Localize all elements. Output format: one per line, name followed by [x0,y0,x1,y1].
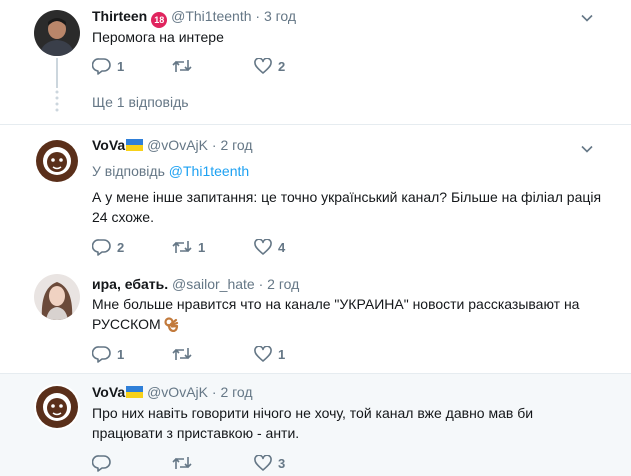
tweet-text-line: працювати з приставкою - анти. [92,425,300,441]
separator-dot: · [211,137,217,153]
tweet-text: Перомога на интере [92,29,224,45]
separator-dot: · [255,8,261,24]
reply-button[interactable]: 2 [92,239,124,256]
retweet-button[interactable] [172,58,198,74]
like-button[interactable]: 3 [254,455,285,471]
tweet-text-line: Мне больше нравится что на канале "УКРАИ… [92,296,580,312]
retweet-icon [172,457,192,469]
reply-icon [92,455,111,472]
retweet-icon [172,241,192,253]
retweet-button[interactable] [172,455,198,471]
tweet-actions: 1 1 [92,346,392,366]
tweet-text: Про них навіть говорити нічого не хочу, … [92,403,533,443]
separator-dot: · [211,384,217,400]
like-count: 1 [278,346,286,362]
thread-dots [55,90,59,112]
tweet-vova-1[interactable]: VoVa @vOvAjK · 2 год У відповідь @Thi1te… [0,124,631,265]
retweet-button[interactable]: 1 [172,239,205,255]
retweet-icon [172,60,192,72]
author-handle[interactable]: @Thi1teenth [171,8,251,24]
chevron-down-icon[interactable] [581,143,593,155]
like-count: 4 [278,239,286,255]
like-icon [254,455,272,471]
tweet-vova-2[interactable]: VoVa @vOvAjK · 2 год Про них навіть гово… [0,373,631,476]
author-handle[interactable]: @vOvAjK [147,137,208,153]
reply-to-link[interactable]: @Thi1teenth [169,163,249,179]
tweet-text-line: 24 схоже. [92,209,154,225]
retweet-count: 1 [198,239,206,255]
tweet-actions: 2 1 4 [92,239,392,259]
tweet-text-line: РУССКОМ [92,316,161,332]
tweet-text: Мне больше нравится что на канале "УКРАИ… [92,294,579,334]
ua-flag-icon [126,139,144,151]
tweet-text-line: А у мене інше запитання: це точно україн… [92,189,602,205]
reply-button[interactable] [92,455,117,472]
author-name[interactable]: VoVa [92,137,125,153]
separator-dot: · [258,276,264,292]
reply-icon [92,346,111,363]
like-button[interactable]: 4 [254,239,285,255]
author-handle[interactable]: @vOvAjK [147,384,208,400]
reply-icon [92,58,111,75]
tweet-sailor-hate[interactable]: ира, ебать. @sailor_hate · 2 год Мне бол… [0,264,631,373]
like-icon [254,239,272,255]
like-icon [254,346,272,362]
author-name[interactable]: VoVa [92,384,125,400]
like-button[interactable]: 2 [254,58,285,74]
like-count: 2 [278,58,286,74]
tweet-text-line: Про них навіть говорити нічого не хочу, … [92,405,534,421]
tweet-time[interactable]: 2 год [267,276,299,292]
tweet-actions: 3 [92,455,392,475]
thread-line [56,58,58,88]
reply-count: 1 [117,347,125,362]
like-button[interactable]: 1 [254,346,285,362]
reply-icon [92,239,111,256]
reply-button[interactable]: 1 [92,346,124,363]
reply-count: 1 [117,59,125,74]
show-more-replies-link[interactable]: Ще 1 відповідь [92,94,189,110]
ok-hand-emoji-icon [164,317,178,332]
tweet-time[interactable]: 2 год [220,137,252,153]
retweet-icon [172,348,192,360]
author-handle[interactable]: @sailor_hate [172,276,255,292]
tweet-thirteen[interactable]: Thirteen 18 @Thi1teenth · 3 год Перомога … [0,0,631,124]
ua-flag-icon [126,386,144,398]
tweet-actions: 1 2 [92,58,392,78]
author-name[interactable]: ира, ебать. [92,276,168,292]
age-18-badge-icon: 18 [151,12,168,28]
author-name[interactable]: Thirteen [92,8,147,24]
tweet-time[interactable]: 2 год [220,384,252,400]
reply-context: У відповідь @Thi1teenth [92,163,249,179]
reply-button[interactable]: 1 [92,58,124,75]
chevron-down-icon[interactable] [581,12,593,24]
retweet-button[interactable] [172,346,198,362]
avatar[interactable] [34,138,80,184]
avatar[interactable] [34,10,80,56]
like-count: 3 [278,455,286,471]
avatar[interactable] [34,274,80,320]
tweet-text: А у мене інше запитання: це точно україн… [92,187,601,227]
reply-prefix: У відповідь [92,163,165,179]
like-icon [254,58,272,74]
reply-count: 2 [117,240,125,255]
avatar[interactable] [34,384,80,430]
tweet-time[interactable]: 3 год [264,8,296,24]
